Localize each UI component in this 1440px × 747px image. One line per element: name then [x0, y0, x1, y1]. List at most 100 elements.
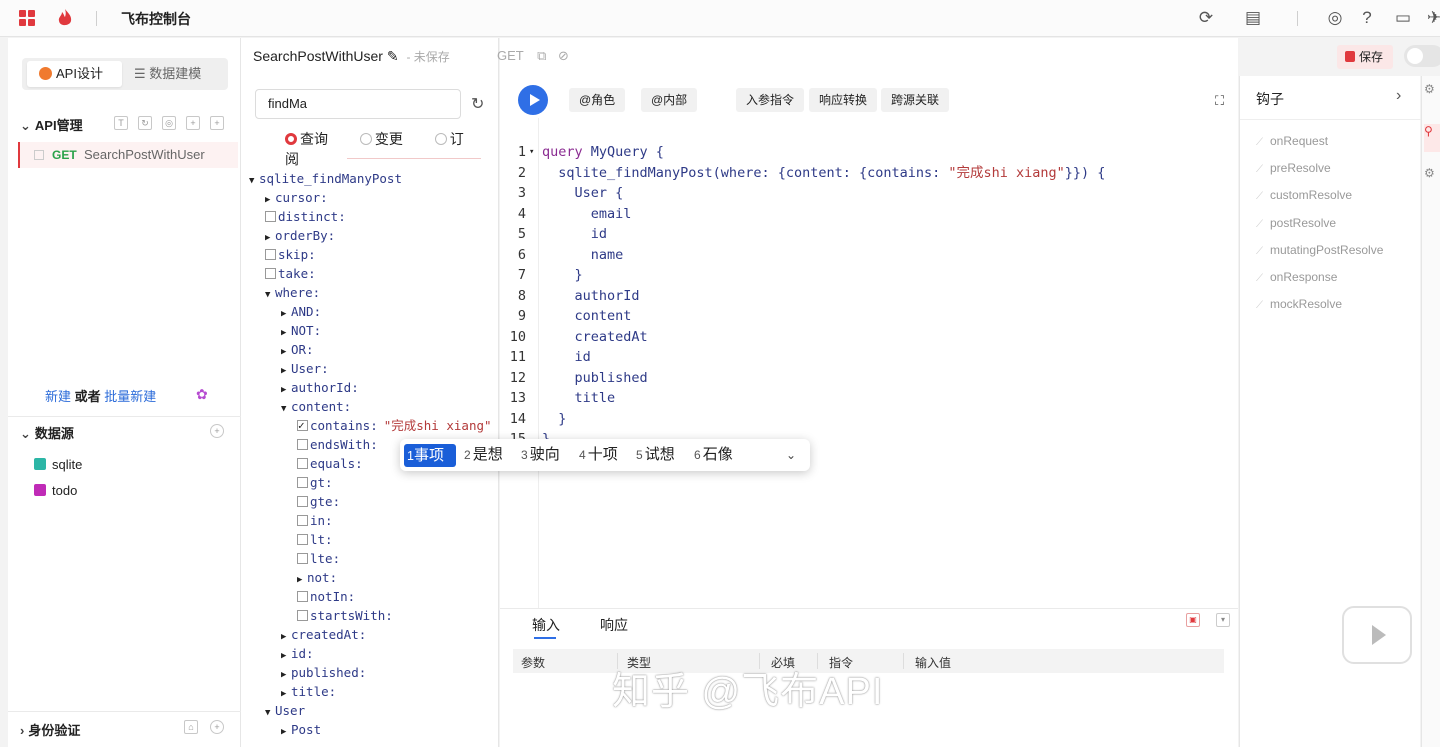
settings-gear-icon[interactable]: ✿	[196, 386, 208, 403]
tree-node[interactable]: gt:	[297, 473, 333, 492]
auth-section-header[interactable]: › 身份验证	[20, 720, 80, 739]
enable-toggle[interactable]	[1404, 45, 1440, 67]
collapse-icon[interactable]: ▾	[1216, 613, 1230, 627]
link-icon[interactable]: ⊘	[558, 48, 569, 63]
tree-node[interactable]: ▼ User	[265, 701, 305, 720]
hook-item[interactable]: ⟋ onResponse	[1256, 270, 1337, 284]
add-folder-icon[interactable]: +	[186, 116, 200, 130]
add-datasource-icon[interactable]: +	[210, 424, 224, 438]
ime-candidate[interactable]: 6 石像	[694, 439, 733, 471]
rail-gear-icon[interactable]: ⚙	[1424, 166, 1440, 194]
field-checkbox[interactable]	[265, 249, 276, 260]
hook-item[interactable]: ⟋ postResolve	[1256, 216, 1336, 230]
caret-down-icon[interactable]: ▼	[265, 704, 275, 723]
apps-grid-icon[interactable]	[19, 10, 35, 26]
tree-node[interactable]: ▶ id:	[281, 644, 314, 663]
expand-icon[interactable]: ⛶	[1215, 93, 1224, 109]
share-icon[interactable]: ✈	[1424, 8, 1440, 28]
rail-hook-icon[interactable]: ⚲	[1424, 124, 1440, 152]
tree-node[interactable]: contains: "完成shi xiang"	[297, 416, 492, 435]
ime-candidate[interactable]: 2 是想	[464, 439, 503, 471]
tab-response[interactable]: 响应	[600, 615, 628, 635]
caret-right-icon[interactable]: ▶	[281, 723, 291, 742]
rail-settings-icon[interactable]: ⚙	[1424, 82, 1440, 110]
tree-node[interactable]: ▶ Post	[281, 720, 321, 739]
tree-node[interactable]: lt:	[297, 530, 333, 549]
datasource-section-header[interactable]: ⌄ 数据源	[20, 423, 74, 442]
tree-node[interactable]: startsWith:	[297, 606, 393, 625]
tree-node[interactable]: ▶ not:	[297, 568, 337, 587]
lock-icon[interactable]: ⌂	[184, 720, 198, 734]
new-link[interactable]: 新建	[45, 389, 71, 404]
ime-candidate[interactable]: 5 试想	[636, 439, 675, 471]
ime-candidate[interactable]: 4 十项	[579, 439, 618, 471]
radio-mutation[interactable]: 变更	[359, 131, 417, 147]
hook-item[interactable]: ⟋ onRequest	[1256, 134, 1328, 148]
tree-node[interactable]: ▶ published:	[281, 663, 366, 682]
tree-node[interactable]: gte:	[297, 492, 340, 511]
api-section-header[interactable]: ⌄ API管理	[20, 115, 83, 134]
field-checkbox[interactable]	[297, 496, 308, 507]
expand-candidates-icon[interactable]: ⌄	[786, 439, 796, 471]
field-checkbox[interactable]	[265, 268, 276, 279]
add-icon[interactable]: +	[210, 116, 224, 130]
tree-node[interactable]: lte:	[297, 549, 340, 568]
role-button[interactable]: @角色	[569, 88, 626, 112]
tree-node[interactable]: distinct:	[265, 207, 346, 226]
edit-pencil-icon[interactable]: ✎	[387, 48, 399, 64]
tree-node[interactable]: notIn:	[297, 587, 355, 606]
caret-down-icon[interactable]: ▼	[249, 172, 259, 191]
field-search-input[interactable]: findMa	[255, 89, 461, 119]
datasource-item-todo[interactable]: todo	[34, 483, 77, 498]
field-checkbox[interactable]	[297, 610, 308, 621]
refresh-icon[interactable]: ↻	[471, 94, 484, 114]
tree-node[interactable]: endsWith:	[297, 435, 378, 454]
copy-icon[interactable]: ⧉	[537, 48, 546, 63]
tree-node[interactable]: ▶ title:	[281, 682, 336, 701]
hook-item[interactable]: ⟋ customResolve	[1256, 188, 1352, 202]
filter-icon[interactable]: T	[114, 116, 128, 130]
hook-item[interactable]: ⟋ mockResolve	[1256, 297, 1342, 311]
tree-node[interactable]: skip:	[265, 245, 316, 264]
tree-node[interactable]: ▶ authorId:	[281, 378, 359, 397]
tree-node[interactable]: ▼ content:	[281, 397, 351, 416]
tab-input[interactable]: 输入	[532, 615, 560, 635]
method-tab[interactable]: GET ⧉ ⊘	[497, 48, 569, 64]
tree-node[interactable]: ▶ NOT:	[281, 321, 321, 340]
fold-icon[interactable]: ▾	[529, 142, 534, 162]
tree-node[interactable]: ▶ AND:	[281, 302, 321, 321]
datasource-item-sqlite[interactable]: sqlite	[34, 457, 82, 472]
field-checkbox[interactable]	[297, 515, 308, 526]
field-checkbox[interactable]	[297, 591, 308, 602]
run-button[interactable]	[518, 85, 548, 115]
field-checkbox[interactable]	[297, 553, 308, 564]
help-icon[interactable]: ?	[1357, 8, 1377, 28]
field-checkbox[interactable]	[265, 211, 276, 222]
field-checkbox[interactable]	[297, 416, 308, 435]
video-play-overlay-icon[interactable]	[1342, 606, 1412, 664]
hook-item[interactable]: ⟋ preResolve	[1256, 161, 1331, 175]
field-checkbox[interactable]	[297, 458, 308, 469]
tab-api-design[interactable]: API设计	[27, 61, 122, 87]
tree-node[interactable]: ▶ User:	[281, 359, 329, 378]
input-directive-button[interactable]: 入参指令	[736, 88, 805, 112]
tree-node[interactable]: take:	[265, 264, 316, 283]
tree-node[interactable]: in:	[297, 511, 333, 530]
cross-source-button[interactable]: 跨源关联	[881, 88, 950, 112]
tree-node[interactable]: ▼ where:	[265, 283, 320, 302]
caret-down-icon[interactable]: ▼	[265, 286, 275, 305]
target-icon[interactable]: ◎	[162, 116, 176, 130]
hook-item[interactable]: ⟋ mutatingPostResolve	[1256, 243, 1383, 257]
response-transform-button[interactable]: 响应转换	[809, 88, 878, 112]
caret-down-icon[interactable]: ▼	[281, 400, 291, 419]
editor-tab[interactable]: SearchPostWithUser ✎ - 未保存	[253, 48, 450, 65]
api-checkbox[interactable]	[34, 150, 44, 160]
tree-node[interactable]: ▶ createdAt:	[281, 625, 366, 644]
ime-candidate[interactable]: 1事项	[404, 444, 456, 467]
sync-icon[interactable]: ⟳	[1196, 8, 1216, 28]
tree-node[interactable]: equals:	[297, 454, 363, 473]
clear-icon[interactable]: ▣	[1186, 613, 1200, 627]
internal-button[interactable]: @内部	[641, 88, 698, 112]
batch-new-link[interactable]: 批量新建	[104, 389, 156, 404]
add-auth-icon[interactable]: +	[210, 720, 224, 734]
